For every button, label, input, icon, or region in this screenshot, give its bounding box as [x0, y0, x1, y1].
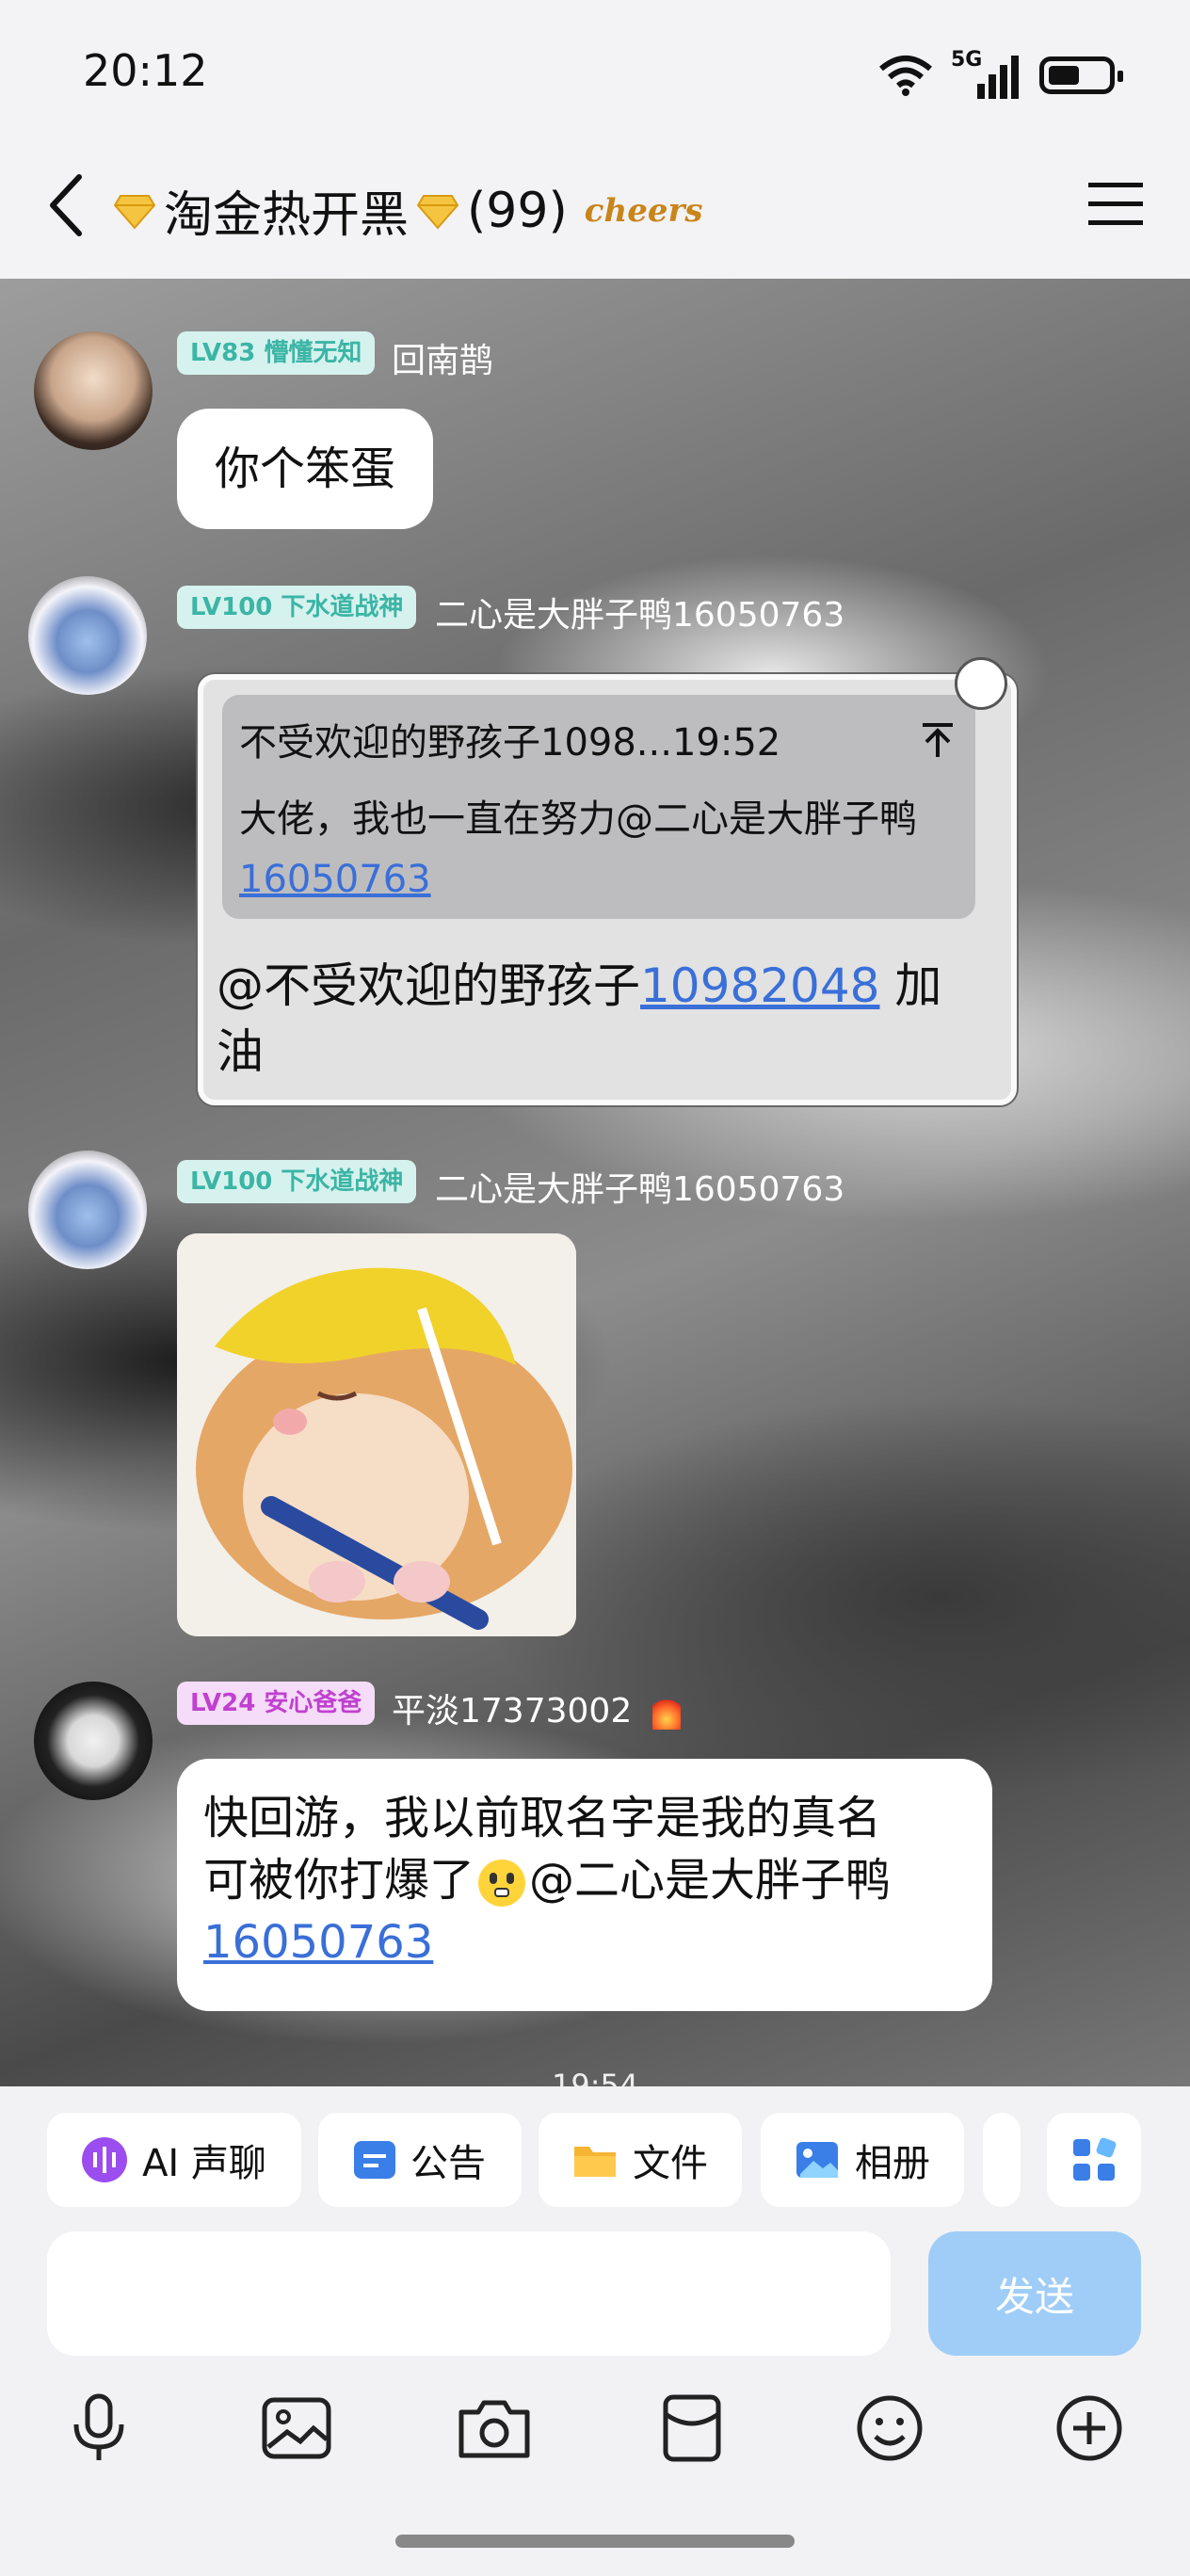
home-indicator[interactable] — [395, 2535, 795, 2548]
message-bubble[interactable]: 快回游，我以前取名字是我的真名 可被你打爆了 @二心是大胖子鸭 16050763 — [177, 1759, 992, 2011]
sender-name[interactable]: 平淡17373002 — [392, 1683, 681, 1732]
apps-button[interactable] — [1047, 2113, 1141, 2207]
message-bubble[interactable]: 你个笨蛋 — [177, 409, 433, 529]
avatar[interactable] — [34, 1682, 153, 1800]
hamster-image — [177, 1233, 576, 1636]
partial-timestamp: 19:54 — [552, 2068, 639, 2086]
chat-area[interactable]: LV83 懵懂无知 回南鹊 你个笨蛋 LV100 下水道战神 二心是大胖子鸭16… — [0, 279, 1190, 2086]
wifi-icon — [879, 56, 932, 96]
status-time: 20:12 — [83, 45, 208, 96]
network-type: 5G — [951, 48, 983, 72]
level-badge: LV100 下水道战神 — [177, 1160, 417, 1203]
ai-voice-chat-button[interactable]: AI 声聊 — [47, 2113, 301, 2207]
cheers-sticker: cheers — [584, 191, 703, 230]
more-plus-button[interactable] — [1047, 2386, 1132, 2471]
back-arrow-icon[interactable] — [38, 168, 94, 243]
mention-link[interactable]: 16050763 — [203, 1916, 433, 1969]
quote-header: 不受欢迎的野孩子1098...19:52 — [239, 721, 781, 765]
album-icon — [796, 2142, 838, 2178]
signal-icon: 5G — [951, 48, 1022, 99]
files-button[interactable]: 文件 — [539, 2113, 742, 2207]
diamond-icon — [113, 194, 156, 230]
quoted-message[interactable]: 不受欢迎的野孩子1098...19:52 大佬，我也一直在努力@二心是大胖子鸭1… — [222, 695, 975, 919]
more-partial-button[interactable] — [983, 2113, 1021, 2207]
fire-icon — [651, 1696, 681, 1730]
mention-link[interactable]: 10982048 — [640, 958, 880, 1013]
battery-icon — [1039, 56, 1123, 94]
send-button[interactable]: 发送 — [928, 2231, 1141, 2356]
voice-button[interactable] — [56, 2386, 141, 2471]
image-icon — [262, 2397, 331, 2459]
sender-name[interactable]: 二心是大胖子鸭16050763 — [435, 1162, 844, 1211]
camera-button[interactable] — [452, 2386, 537, 2471]
jump-to-top-icon[interactable] — [919, 721, 957, 759]
red-packet-icon — [663, 2394, 721, 2462]
avatar[interactable] — [34, 331, 153, 450]
message-text: 快回游，我以前取名字是我的真名 可被你打爆了 @二心是大胖子鸭 16050763 — [203, 1792, 892, 1969]
group-title[interactable]: 淘金热开黑 (99) cheers — [113, 175, 703, 246]
bubble-decoration-icon — [955, 657, 1007, 710]
group-name: 淘金热开黑 — [164, 187, 410, 244]
decorated-bubble[interactable]: 不受欢迎的野孩子1098...19:52 大佬，我也一直在努力@二心是大胖子鸭1… — [198, 674, 1017, 1105]
message-text: @不受欢迎的野孩子10982048 加油 — [217, 958, 942, 1079]
message-text: 你个笨蛋 — [214, 443, 395, 495]
folder-icon — [574, 2147, 616, 2177]
bottom-toolbar — [0, 2359, 1190, 2501]
red-packet-button[interactable] — [650, 2386, 734, 2471]
home-bar — [0, 2501, 1190, 2576]
album-button[interactable]: 相册 — [761, 2113, 964, 2207]
level-badge: LV100 下水道战神 — [177, 586, 417, 629]
camera-icon — [458, 2400, 530, 2458]
emoji-button[interactable] — [847, 2386, 932, 2471]
input-row: 发送 — [0, 2218, 1190, 2359]
level-badge: LV83 懵懂无知 — [177, 331, 376, 375]
emoji-icon — [857, 2395, 923, 2461]
sender-name[interactable]: 二心是大胖子鸭16050763 — [435, 588, 844, 636]
apps-grid-icon — [1073, 2137, 1117, 2181]
ai-voice-icon — [82, 2137, 128, 2182]
diamond-icon — [416, 194, 459, 230]
image-button[interactable] — [254, 2386, 339, 2471]
avatar[interactable] — [28, 1151, 147, 1269]
member-count: (99) — [467, 182, 568, 239]
announcement-icon — [354, 2141, 395, 2179]
status-bar: 20:12 5G — [0, 0, 1190, 151]
quote-body: 大佬，我也一直在努力@二心是大胖子鸭16050763 — [239, 797, 917, 901]
avatar[interactable] — [28, 576, 147, 695]
sender-name[interactable]: 回南鹊 — [392, 333, 493, 382]
hamster-sticker-image[interactable] — [177, 1233, 576, 1636]
level-badge: LV24 安心爸爸 — [177, 1682, 376, 1725]
quick-action-bar: AI 声聊 公告 文件 相册 — [0, 2086, 1190, 2218]
quote-mention-link[interactable]: 16050763 — [239, 858, 431, 901]
fearful-face-emoji — [478, 1860, 526, 1907]
mic-icon — [73, 2393, 124, 2460]
message-input[interactable] — [47, 2231, 891, 2356]
announcement-button[interactable]: 公告 — [318, 2113, 522, 2207]
status-icons: 5G — [877, 47, 1123, 104]
menu-icon[interactable] — [1086, 177, 1145, 230]
plus-icon — [1056, 2395, 1122, 2461]
